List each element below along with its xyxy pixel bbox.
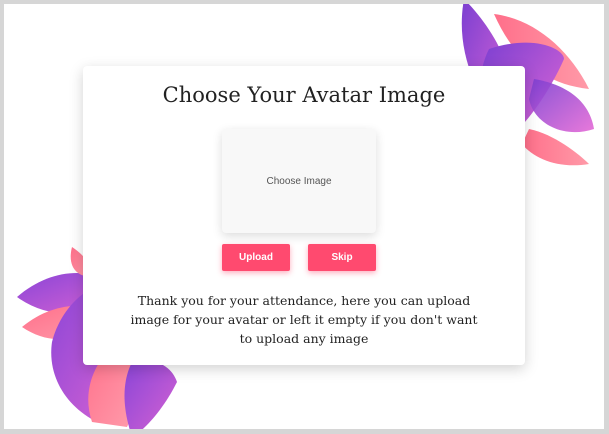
message-line: image for your avatar or left it empty i… <box>130 312 478 327</box>
upload-button[interactable]: Upload <box>222 244 290 271</box>
page-frame: Choose Your Avatar Image Choose Image Up… <box>4 4 604 429</box>
message-line: Thank you for your attendance, here you … <box>137 293 471 308</box>
message-line: to upload any image <box>239 331 369 346</box>
avatar-dialog: Choose Your Avatar Image Choose Image Up… <box>83 66 525 365</box>
choose-image-dropzone[interactable]: Choose Image <box>222 129 376 233</box>
skip-button[interactable]: Skip <box>308 244 376 271</box>
dialog-title: Choose Your Avatar Image <box>162 83 446 107</box>
choose-image-label: Choose Image <box>266 175 332 187</box>
info-message: Thank you for your attendance, here you … <box>123 291 485 348</box>
